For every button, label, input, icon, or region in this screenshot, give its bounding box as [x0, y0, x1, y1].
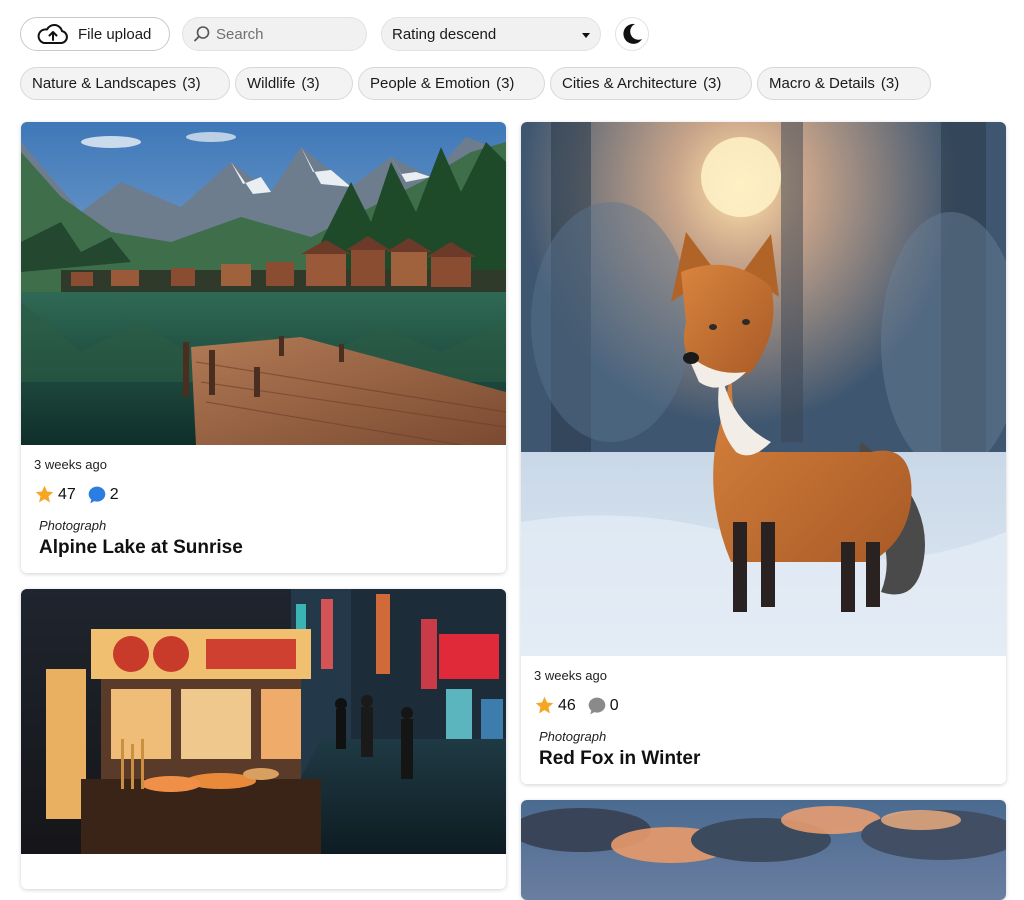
category-chip-label: People & Emotion [370, 75, 491, 92]
category-chip-people[interactable]: People & Emotion (3) [358, 67, 545, 100]
search-input[interactable] [216, 25, 356, 43]
posted-time: 3 weeks ago [34, 457, 107, 472]
category-chip-cities[interactable]: Cities & Architecture (3) [550, 67, 752, 100]
comment-count: 0 [609, 696, 619, 714]
photo-thumbnail [21, 122, 506, 445]
artwork-type: Photograph [39, 518, 107, 533]
photo-thumbnail [21, 589, 506, 854]
photo-thumbnail [521, 122, 1006, 656]
category-chip-count: (3) [880, 75, 900, 92]
photo-card[interactable] [521, 800, 1006, 900]
category-chip-count: (3) [703, 75, 722, 92]
category-chip-label: Wildlife [247, 75, 296, 92]
dark-mode-toggle[interactable] [615, 17, 649, 51]
photo-card-meta: 3 weeks ago 46 0 Photograph Red Fox in W… [521, 656, 1006, 770]
posted-time: 3 weeks ago [534, 668, 607, 683]
moon-icon [623, 23, 642, 44]
photo-stats: 47 2 [34, 484, 493, 505]
search-icon [194, 26, 210, 42]
photo-card-meta: 3 weeks ago 47 2 Photograph Alpine Lake … [21, 445, 506, 559]
cloud-upload-icon [37, 23, 68, 44]
photo-thumbnail [521, 800, 1006, 900]
category-filter-bar: Nature & Landscapes (3) Wildlife (3) Peo… [20, 67, 936, 100]
red-fox-photo [521, 122, 1006, 656]
category-chip-nature[interactable]: Nature & Landscapes (3) [20, 67, 230, 100]
photo-title: Red Fox in Winter [539, 748, 701, 769]
category-chip-count: (3) [182, 75, 201, 92]
photo-title: Alpine Lake at Sunrise [39, 537, 243, 558]
photo-card[interactable]: 3 weeks ago 46 0 Photograph Red Fox in W… [521, 122, 1006, 784]
category-chip-label: Cities & Architecture [562, 75, 698, 92]
photo-stats: 46 0 [534, 695, 993, 716]
category-chip-label: Macro & Details [769, 75, 875, 92]
sort-select[interactable]: Rating descend [381, 17, 601, 51]
star-icon [35, 485, 54, 503]
alpine-lake-photo [21, 122, 506, 445]
comment-icon [588, 697, 606, 714]
artwork-type: Photograph [539, 729, 607, 744]
comment-count: 2 [109, 485, 119, 503]
category-chip-macro[interactable]: Macro & Details (3) [757, 67, 931, 100]
comment-icon [88, 486, 106, 503]
rating-count: 46 [558, 696, 576, 714]
category-chip-count: (3) [496, 75, 515, 92]
star-icon [535, 696, 554, 714]
category-chip-count: (3) [301, 75, 320, 92]
photo-card[interactable] [21, 589, 506, 889]
category-chip-wildlife[interactable]: Wildlife (3) [235, 67, 353, 100]
sort-select-value: Rating descend [392, 25, 497, 43]
toolbar: File upload Rating descend [20, 17, 649, 51]
search-box[interactable] [182, 17, 367, 51]
rating-count: 47 [58, 485, 76, 503]
photo-card[interactable]: 3 weeks ago 47 2 Photograph Alpine Lake … [21, 122, 506, 573]
file-upload-button[interactable]: File upload [20, 17, 170, 51]
file-upload-label: File upload [78, 25, 152, 43]
night-street-food-photo [21, 589, 506, 854]
category-chip-label: Nature & Landscapes [32, 75, 177, 92]
sunset-clouds-photo [521, 800, 1006, 900]
chevron-down-icon [582, 33, 590, 38]
